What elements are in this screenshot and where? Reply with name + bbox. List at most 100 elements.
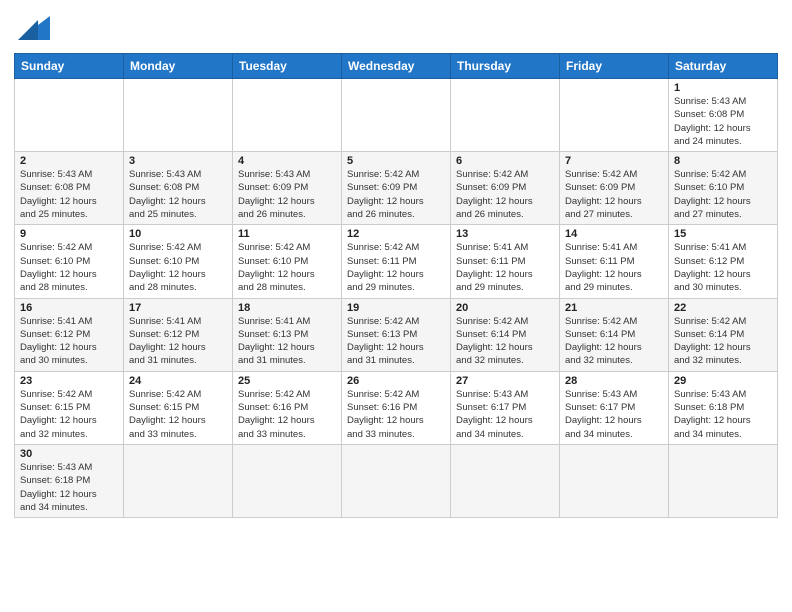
weekday-header-tuesday: Tuesday: [233, 54, 342, 79]
day-number: 18: [238, 302, 336, 314]
week-row-3: 16Sunrise: 5:41 AM Sunset: 6:12 PM Dayli…: [15, 298, 778, 371]
day-info: Sunrise: 5:42 AM Sunset: 6:15 PM Dayligh…: [20, 388, 118, 441]
day-info: Sunrise: 5:41 AM Sunset: 6:13 PM Dayligh…: [238, 315, 336, 368]
week-row-1: 2Sunrise: 5:43 AM Sunset: 6:08 PM Daylig…: [15, 152, 778, 225]
day-number: 8: [674, 155, 772, 167]
calendar-cell: 9Sunrise: 5:42 AM Sunset: 6:10 PM Daylig…: [15, 225, 124, 298]
day-number: 15: [674, 228, 772, 240]
day-number: 13: [456, 228, 554, 240]
calendar-cell: 2Sunrise: 5:43 AM Sunset: 6:08 PM Daylig…: [15, 152, 124, 225]
day-info: Sunrise: 5:42 AM Sunset: 6:15 PM Dayligh…: [129, 388, 227, 441]
day-number: 21: [565, 302, 663, 314]
week-row-4: 23Sunrise: 5:42 AM Sunset: 6:15 PM Dayli…: [15, 371, 778, 444]
day-info: Sunrise: 5:42 AM Sunset: 6:14 PM Dayligh…: [456, 315, 554, 368]
calendar-cell: 1Sunrise: 5:43 AM Sunset: 6:08 PM Daylig…: [669, 79, 778, 152]
calendar-cell: 30Sunrise: 5:43 AM Sunset: 6:18 PM Dayli…: [15, 444, 124, 517]
day-number: 27: [456, 375, 554, 387]
day-number: 20: [456, 302, 554, 314]
day-number: 19: [347, 302, 445, 314]
day-number: 17: [129, 302, 227, 314]
day-number: 14: [565, 228, 663, 240]
calendar-cell: 8Sunrise: 5:42 AM Sunset: 6:10 PM Daylig…: [669, 152, 778, 225]
week-row-2: 9 Sunrise: 5:42 AM Sunset: 6:10 PM Daylig…: [15, 225, 778, 298]
calendar-cell: 10Sunrise: 5:42 AM Sunset: 6:10 PM Dayli…: [124, 225, 233, 298]
day-info: Sunrise: 5:42 AM Sunset: 6:14 PM Dayligh…: [565, 315, 663, 368]
day-number: 4: [238, 155, 336, 167]
week-row-0: 1Sunrise: 5:43 AM Sunset: 6:08 PM Daylig…: [15, 79, 778, 152]
weekday-header-sunday: Sunday: [15, 54, 124, 79]
calendar-cell: 23Sunrise: 5:42 AM Sunset: 6:15 PM Dayli…: [15, 371, 124, 444]
calendar-cell: [342, 79, 451, 152]
day-info: Sunrise: 5:43 AM Sunset: 6:08 PM Dayligh…: [674, 95, 772, 148]
calendar-cell: 11Sunrise: 5:42 AM Sunset: 6:10 PM Dayli…: [233, 225, 342, 298]
header: [14, 10, 778, 47]
calendar-cell: [451, 79, 560, 152]
page: SundayMondayTuesdayWednesdayThursdayFrid…: [0, 0, 792, 612]
day-info: Sunrise: 5:42 AM Sunset: 6:11 PM Dayligh…: [347, 241, 445, 294]
calendar-cell: [233, 444, 342, 517]
calendar-cell: 3Sunrise: 5:43 AM Sunset: 6:08 PM Daylig…: [124, 152, 233, 225]
day-number: 5: [347, 155, 445, 167]
calendar-cell: 6Sunrise: 5:42 AM Sunset: 6:09 PM Daylig…: [451, 152, 560, 225]
day-info: Sunrise: 5:42 AM Sunset: 6:10 PM Dayligh…: [238, 241, 336, 294]
calendar-cell: 25Sunrise: 5:42 AM Sunset: 6:16 PM Dayli…: [233, 371, 342, 444]
day-number: 30: [20, 448, 118, 460]
calendar-cell: [560, 79, 669, 152]
day-number: 29: [674, 375, 772, 387]
day-number: 28: [565, 375, 663, 387]
calendar-cell: 12Sunrise: 5:42 AM Sunset: 6:11 PM Dayli…: [342, 225, 451, 298]
day-number: 23: [20, 375, 118, 387]
week-row-5: 30Sunrise: 5:43 AM Sunset: 6:18 PM Dayli…: [15, 444, 778, 517]
day-info: Sunrise: 5:41 AM Sunset: 6:11 PM Dayligh…: [565, 241, 663, 294]
weekday-header-friday: Friday: [560, 54, 669, 79]
calendar-cell: 19Sunrise: 5:42 AM Sunset: 6:13 PM Dayli…: [342, 298, 451, 371]
calendar-cell: 4Sunrise: 5:43 AM Sunset: 6:09 PM Daylig…: [233, 152, 342, 225]
calendar-cell: 22Sunrise: 5:42 AM Sunset: 6:14 PM Dayli…: [669, 298, 778, 371]
calendar-cell: 24Sunrise: 5:42 AM Sunset: 6:15 PM Dayli…: [124, 371, 233, 444]
day-info: Sunrise: 5:43 AM Sunset: 6:08 PM Dayligh…: [20, 168, 118, 221]
day-number: 22: [674, 302, 772, 314]
calendar-cell: [451, 444, 560, 517]
day-number: 24: [129, 375, 227, 387]
calendar-table: SundayMondayTuesdayWednesdayThursdayFrid…: [14, 53, 778, 518]
day-info: Sunrise: 5:41 AM Sunset: 6:12 PM Dayligh…: [674, 241, 772, 294]
calendar-cell: 28Sunrise: 5:43 AM Sunset: 6:17 PM Dayli…: [560, 371, 669, 444]
calendar-cell: 17Sunrise: 5:41 AM Sunset: 6:12 PM Dayli…: [124, 298, 233, 371]
day-info: Sunrise: 5:43 AM Sunset: 6:18 PM Dayligh…: [674, 388, 772, 441]
calendar-cell: 7Sunrise: 5:42 AM Sunset: 6:09 PM Daylig…: [560, 152, 669, 225]
day-info: Sunrise: 5:43 AM Sunset: 6:18 PM Dayligh…: [20, 461, 118, 514]
weekday-header-saturday: Saturday: [669, 54, 778, 79]
calendar-cell: [560, 444, 669, 517]
day-info: Sunrise: 5:41 AM Sunset: 6:12 PM Dayligh…: [129, 315, 227, 368]
calendar-cell: 14Sunrise: 5:41 AM Sunset: 6:11 PM Dayli…: [560, 225, 669, 298]
day-info: Sunrise: 5:43 AM Sunset: 6:17 PM Dayligh…: [565, 388, 663, 441]
day-info: Sunrise: 5:42 AM Sunset: 6:09 PM Dayligh…: [565, 168, 663, 221]
calendar-cell: [342, 444, 451, 517]
day-info: Sunrise: 5:42 AM Sunset: 6:09 PM Dayligh…: [456, 168, 554, 221]
calendar-cell: [669, 444, 778, 517]
calendar-cell: 26Sunrise: 5:42 AM Sunset: 6:16 PM Dayli…: [342, 371, 451, 444]
calendar-cell: 21Sunrise: 5:42 AM Sunset: 6:14 PM Dayli…: [560, 298, 669, 371]
calendar-cell: 13Sunrise: 5:41 AM Sunset: 6:11 PM Dayli…: [451, 225, 560, 298]
day-info: Sunrise: 5:42 AM Sunset: 6:14 PM Dayligh…: [674, 315, 772, 368]
day-info: Sunrise: 5:42 AM Sunset: 6:13 PM Dayligh…: [347, 315, 445, 368]
weekday-header-monday: Monday: [124, 54, 233, 79]
day-info: Sunrise: 5:42 AM Sunset: 6:16 PM Dayligh…: [347, 388, 445, 441]
day-number: 12: [347, 228, 445, 240]
calendar-cell: [124, 444, 233, 517]
calendar-cell: 20Sunrise: 5:42 AM Sunset: 6:14 PM Dayli…: [451, 298, 560, 371]
day-info: Sunrise: 5:41 AM Sunset: 6:12 PM Dayligh…: [20, 315, 118, 368]
day-info: Sunrise: 5:43 AM Sunset: 6:08 PM Dayligh…: [129, 168, 227, 221]
day-info: Sunrise: 5:43 AM Sunset: 6:09 PM Dayligh…: [238, 168, 336, 221]
weekday-header-row: SundayMondayTuesdayWednesdayThursdayFrid…: [15, 54, 778, 79]
day-info: Sunrise: 5:42 AM Sunset: 6:09 PM Dayligh…: [347, 168, 445, 221]
calendar-cell: 15Sunrise: 5:41 AM Sunset: 6:12 PM Dayli…: [669, 225, 778, 298]
day-number: 26: [347, 375, 445, 387]
day-info: Sunrise: 5:43 AM Sunset: 6:17 PM Dayligh…: [456, 388, 554, 441]
day-number: 6: [456, 155, 554, 167]
weekday-header-wednesday: Wednesday: [342, 54, 451, 79]
day-number: 2: [20, 155, 118, 167]
day-number: 9: [20, 228, 118, 240]
calendar-cell: [233, 79, 342, 152]
day-number: 25: [238, 375, 336, 387]
